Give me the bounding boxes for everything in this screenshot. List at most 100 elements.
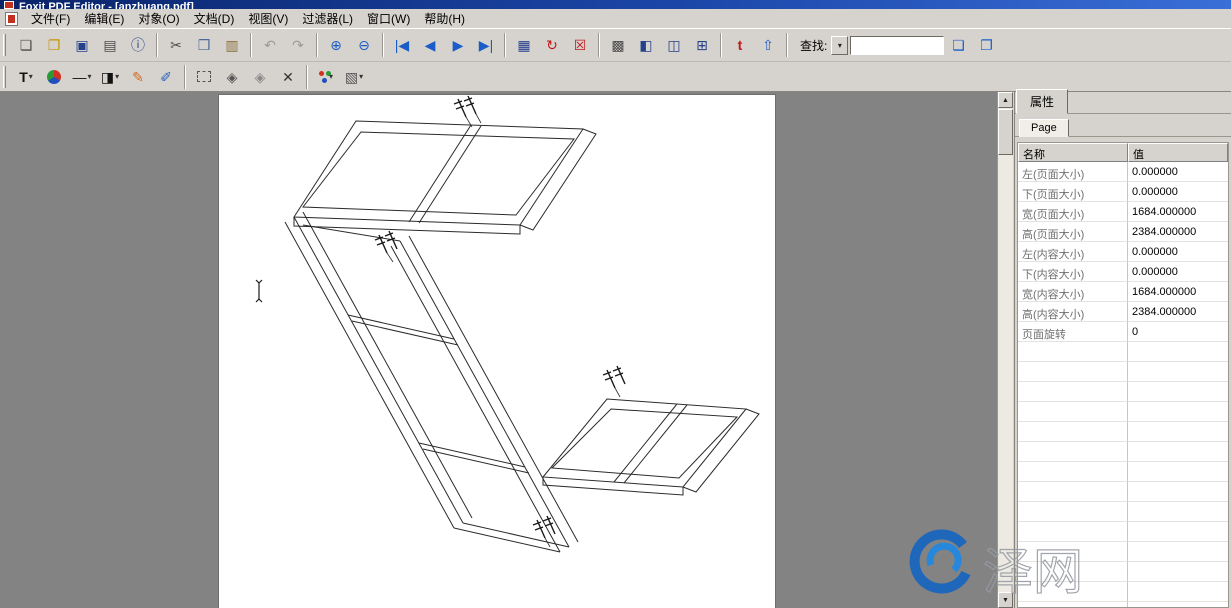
copy-button[interactable]: ❒ [191,32,217,58]
property-value: 0.000000 [1128,242,1228,262]
zoom-in-icon: ⊕ [330,38,342,52]
tab-properties[interactable]: 属性 [1016,89,1068,114]
property-value [1128,402,1228,422]
redo-button[interactable]: ↷ [285,32,311,58]
text-tool-dropdown-arrow[interactable]: ▾ [29,72,33,81]
property-row[interactable]: 宽(页面大小)1684.000000 [1018,202,1228,222]
scrollbar-thumb[interactable] [998,109,1013,155]
drawing-toolbar: T▾—▾◨▾✎✐◈◈✕▾▧▾ [0,62,1231,92]
marquee-select-button[interactable] [191,64,217,90]
page-transition-button[interactable]: ⇧ [755,32,781,58]
toolbar-grip[interactable] [3,34,6,56]
column-header-name[interactable]: 名称 [1018,143,1128,162]
previous-page-icon: ◀ [425,38,436,52]
fill-style-dropdown-arrow[interactable]: ▾ [115,72,119,81]
find-options-dropdown[interactable]: ▾ [831,36,848,55]
menu-file[interactable]: 文件(F) [24,8,77,29]
zoom-out-button[interactable]: ⊖ [351,32,377,58]
menu-view[interactable]: 视图(V) [241,8,295,29]
pdf-page[interactable] [218,94,776,608]
color-picker-button[interactable] [41,64,67,90]
app-icon[interactable] [4,1,14,9]
main-toolbar-buttons: ❏❐▣▤ⓘ ✂❒▥ ↶ ↷ ⊕ ⊖ |◀ ◀ ▶▶| ▦↻☒ ▩ ◧◫⊞ t ⇧ [12,32,792,58]
zoom-in-button[interactable]: ⊕ [323,32,349,58]
page-layout-button[interactable]: ▦ [511,32,537,58]
undo-button[interactable]: ↶ [257,32,283,58]
search-results-button[interactable]: ❐ [973,32,999,58]
open-file-button[interactable]: ❐ [41,32,67,58]
properties-panel: 属性 Page 名称 值 左(页面大小)0.000000下(页面大小)0.000… [1014,92,1231,608]
menu-window[interactable]: 窗口(W) [360,8,417,29]
tools-icon: ✕ [282,70,294,84]
pattern-fill-dropdown-arrow[interactable]: ▾ [359,72,363,81]
fill-style-button[interactable]: ◨▾ [97,64,123,90]
delete-page-button[interactable]: ☒ [567,32,593,58]
menu-edit[interactable]: 编辑(E) [77,8,131,29]
property-row[interactable]: 下(页面大小)0.000000 [1018,182,1228,202]
property-name [1018,542,1128,562]
save-button[interactable]: ▣ [69,32,95,58]
toolbar-separator [720,33,722,57]
previous-page-button[interactable]: ◀ [417,32,443,58]
cut-button[interactable]: ✂ [163,32,189,58]
edit-object-button[interactable]: ✎ [125,64,151,90]
text-extract-button[interactable]: t [727,32,753,58]
new-document-button[interactable]: ❏ [13,32,39,58]
grid-view-button[interactable]: ▩ [605,32,631,58]
application-window: Foxit PDF Editor - [anzhuang.pdf] 文件(F)编… [0,0,1231,608]
property-row[interactable]: 下(内容大小)0.000000 [1018,262,1228,282]
property-row[interactable]: 左(内容大小)0.000000 [1018,242,1228,262]
menu-help[interactable]: 帮助(H) [417,8,472,29]
paste-button[interactable]: ▥ [219,32,245,58]
text-tool-button[interactable]: T▾ [13,64,39,90]
panel-tabstrip: 属性 [1015,92,1231,114]
tools-button[interactable]: ✕ [275,64,301,90]
menu-filter[interactable]: 过滤器(L) [295,8,360,29]
find-input[interactable] [850,36,944,55]
pages-panel-button[interactable]: ◧ [633,32,659,58]
page-drawing [219,95,777,608]
property-row-empty [1018,462,1228,482]
color-scheme-button[interactable]: ▾ [313,64,339,90]
property-row[interactable]: 宽(内容大小)1684.000000 [1018,282,1228,302]
tab-page[interactable]: Page [1019,119,1069,137]
property-row[interactable]: 左(页面大小)0.000000 [1018,162,1228,182]
document-canvas[interactable] [0,92,997,608]
object-arrange-button[interactable]: ◈ [247,64,273,90]
properties-grid-header: 名称 值 [1018,143,1228,162]
line-tool-button[interactable]: —▾ [69,64,95,90]
toolbar-grip[interactable] [3,66,6,88]
grid-view-icon: ▩ [611,38,624,52]
split-view-button[interactable]: ◫ [661,32,687,58]
document-icon[interactable] [5,12,18,26]
color-scheme-dropdown-arrow[interactable]: ▾ [329,72,333,81]
property-value [1128,582,1228,602]
undo-icon: ↶ [264,38,276,52]
property-name: 左(页面大小) [1018,162,1128,182]
edit-content-button[interactable]: ✐ [153,64,179,90]
vertical-scrollbar[interactable]: ▲ ▼ [997,92,1013,608]
document-info-button[interactable]: ⓘ [125,32,151,58]
rotate-page-button[interactable]: ↻ [539,32,565,58]
scroll-up-button[interactable]: ▲ [998,92,1013,108]
property-row[interactable]: 高(页面大小)2384.000000 [1018,222,1228,242]
last-page-button[interactable]: ▶| [473,32,499,58]
property-row[interactable]: 高(内容大小)2384.000000 [1018,302,1228,322]
line-tool-dropdown-arrow[interactable]: ▾ [87,72,91,81]
menu-object[interactable]: 对象(O) [131,8,186,29]
first-page-button[interactable]: |◀ [389,32,415,58]
property-row[interactable]: 页面旋转0 [1018,322,1228,342]
property-row-empty [1018,422,1228,442]
scroll-down-button[interactable]: ▼ [998,592,1013,608]
object-transform-button[interactable]: ◈ [219,64,245,90]
next-page-button[interactable]: ▶ [445,32,471,58]
property-row-empty [1018,542,1228,562]
text-extract-icon: t [738,38,743,52]
property-name [1018,582,1128,602]
menu-document[interactable]: 文档(D) [187,8,242,29]
pattern-fill-button[interactable]: ▧▾ [341,64,367,90]
search-document-button[interactable]: ❏ [945,32,971,58]
column-header-value[interactable]: 值 [1128,143,1228,162]
print-button[interactable]: ▤ [97,32,123,58]
quad-view-button[interactable]: ⊞ [689,32,715,58]
